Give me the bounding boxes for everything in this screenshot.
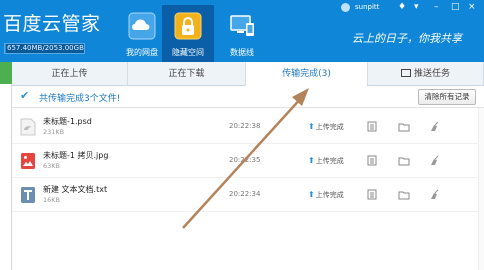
tab-push-tasks-label: 推送任务 <box>413 69 450 79</box>
open-folder-icon[interactable] <box>398 189 410 200</box>
storage-quota-text: 657.40MB/2053.00GB <box>7 44 84 52</box>
upload-status-text: 上传完成 <box>315 191 344 199</box>
summary-text: 共传输完成3个文件! <box>39 94 121 104</box>
storage-quota-bar: 657.40MB/2053.00GB <box>4 43 85 54</box>
open-folder-icon[interactable] <box>398 155 410 166</box>
user-avatar[interactable] <box>341 3 350 12</box>
upload-status: ⬆上传完成 <box>308 122 344 132</box>
file-size: 231KB <box>43 128 65 136</box>
file-size: 63KB <box>43 162 60 170</box>
clear-record-icon[interactable] <box>428 121 440 132</box>
nav-my-drive[interactable]: 我的网盘 <box>116 5 168 62</box>
upload-status-text: 上传完成 <box>315 157 344 165</box>
monitor-phone-icon <box>230 15 254 36</box>
file-time: 20:22:35 <box>229 156 261 164</box>
storage-quota-fill <box>5 44 6 53</box>
transfer-summary: ✔ 共传输完成3个文件! 清除所有记录 <box>12 86 484 108</box>
details-icon[interactable] <box>366 121 378 132</box>
nav-data-cable-label: 数据线 <box>230 48 254 57</box>
lock-icon <box>174 12 202 40</box>
nav-my-drive-label: 我的网盘 <box>126 48 158 57</box>
app-header: 百度云管家 657.40MB/2053.00GB 我的网盘 隐藏空间 数据线 s… <box>0 0 484 62</box>
username[interactable]: sunpitt <box>355 3 379 11</box>
nav-hidden-space-label: 隐藏空间 <box>172 48 204 57</box>
maximize-icon[interactable]: □ <box>451 2 460 13</box>
upload-status: ⬆上传完成 <box>308 190 344 200</box>
file-time: 20:22:34 <box>229 190 261 198</box>
slogan: 云上的日子，你我共享 <box>352 32 462 45</box>
file-size: 16KB <box>43 196 60 204</box>
file-row[interactable]: 未标题-1.psd 231KB 20:22:38 ⬆上传完成 <box>12 110 484 144</box>
tab-push-tasks[interactable]: 推送任务 <box>368 62 484 86</box>
checkmark-icon: ✔ <box>20 89 30 102</box>
nav-hidden-space[interactable]: 隐藏空间 <box>162 5 214 62</box>
left-sidebar-strip <box>0 62 12 270</box>
upload-status: ⬆上传完成 <box>308 156 344 166</box>
text-file-icon <box>21 187 35 203</box>
clear-record-icon[interactable] <box>428 155 440 166</box>
notification-bell-icon[interactable]: ♦ <box>398 2 406 13</box>
file-name: 未标题-1 拷贝.jpg <box>43 151 109 160</box>
open-folder-icon[interactable] <box>398 121 410 132</box>
menu-dropdown-icon[interactable]: ▾ <box>414 2 419 13</box>
file-row[interactable]: 未标题-1 拷贝.jpg 63KB 20:22:35 ⬆上传完成 <box>12 144 484 178</box>
upload-status-text: 上传完成 <box>315 123 344 131</box>
clear-record-icon[interactable] <box>428 189 440 200</box>
upload-arrow-icon: ⬆ <box>308 156 315 165</box>
file-name: 未标题-1.psd <box>43 117 92 126</box>
minimize-icon[interactable]: – <box>434 2 439 13</box>
image-file-icon <box>21 153 35 169</box>
details-icon[interactable] <box>366 189 378 200</box>
file-name: 新建 文本文档.txt <box>43 185 108 194</box>
vertical-scrollbar[interactable] <box>478 108 484 270</box>
upload-arrow-icon: ⬆ <box>308 190 315 199</box>
file-time: 20:22:38 <box>229 122 261 130</box>
sidebar-indicator <box>0 62 12 84</box>
app-title: 百度云管家 <box>3 13 101 35</box>
tab-uploading[interactable]: 正在上传 <box>12 62 128 86</box>
close-icon[interactable]: × <box>468 2 476 13</box>
tab-downloading[interactable]: 正在下载 <box>128 62 246 86</box>
nav-data-cable[interactable]: 数据线 <box>216 5 268 62</box>
transfer-tabs: 正在上传 正在下载 传输完成(3) 推送任务 <box>12 62 484 87</box>
cloud-drive-icon <box>128 12 156 40</box>
upload-arrow-icon: ⬆ <box>308 122 315 131</box>
push-task-icon <box>400 69 411 77</box>
file-row[interactable]: 新建 文本文档.txt 16KB 20:22:34 ⬆上传完成 <box>12 178 484 212</box>
clear-all-records-button[interactable]: 清除所有记录 <box>418 89 476 105</box>
tab-completed[interactable]: 传输完成(3) <box>246 62 368 87</box>
details-icon[interactable] <box>366 155 378 166</box>
psd-file-icon <box>20 118 36 136</box>
